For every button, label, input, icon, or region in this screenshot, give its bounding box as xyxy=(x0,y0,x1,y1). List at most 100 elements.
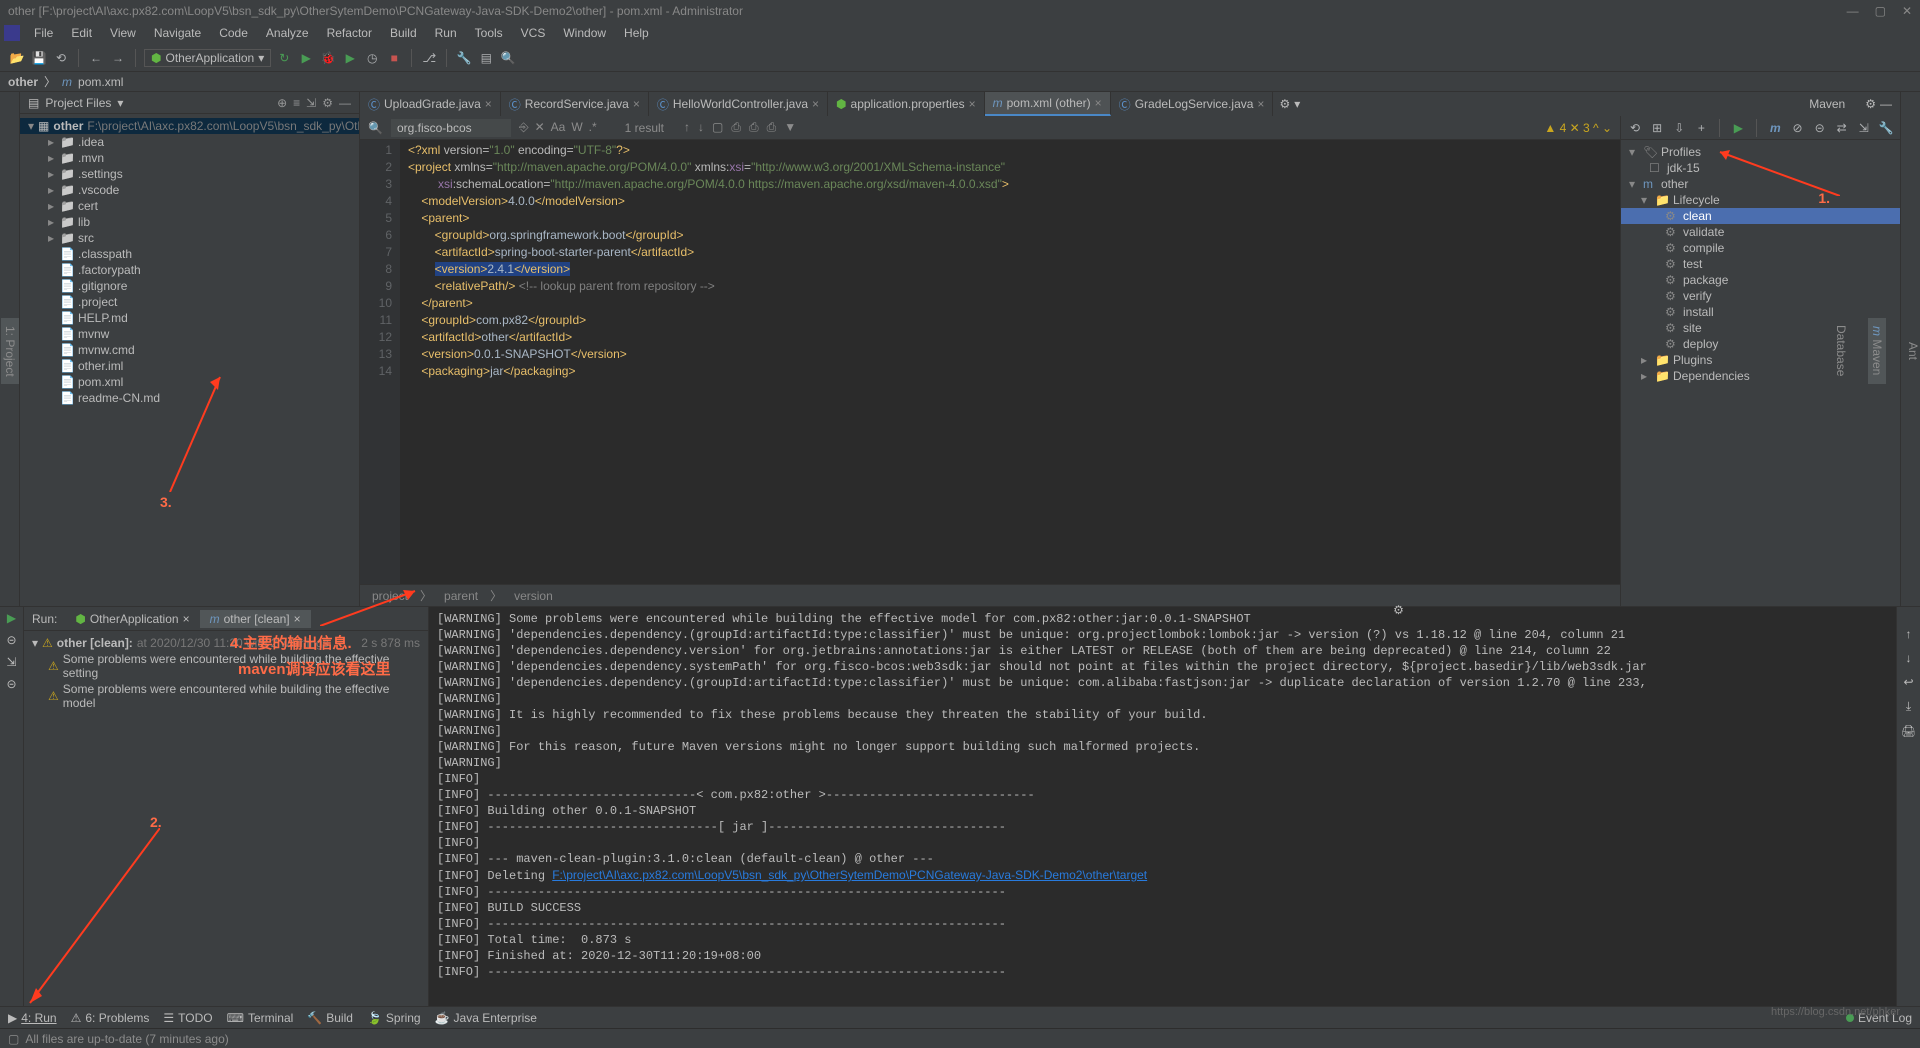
run-settings-icon[interactable]: ⇲ xyxy=(6,655,16,669)
run-warning-row[interactable]: ⚠Some problems were encountered while bu… xyxy=(32,681,420,711)
tree-item[interactable]: 📄readme-CN.md xyxy=(20,390,359,406)
run-tree-root[interactable]: ▾⚠ other [clean]: at 2020/12/30 11:20 wi… xyxy=(32,635,420,651)
bottom-tab[interactable]: 🔨Build xyxy=(307,1011,353,1025)
editor-tab[interactable]: ⒸHelloWorldController.java× xyxy=(649,92,828,116)
vcs-icon[interactable]: ⎇ xyxy=(420,49,438,67)
maven-goal-site[interactable]: site xyxy=(1621,320,1900,336)
menu-build[interactable]: Build xyxy=(382,24,425,42)
editor-tab[interactable]: ⒸGradeLogService.java× xyxy=(1111,92,1274,116)
tree-item[interactable]: 📄.classpath xyxy=(20,246,359,262)
maven-tool-label[interactable]: Maven xyxy=(1797,92,1857,116)
crumb-project[interactable]: project xyxy=(372,589,408,603)
menu-view[interactable]: View xyxy=(102,24,144,42)
find-prev-icon[interactable]: ↑ xyxy=(684,120,690,135)
tree-item[interactable]: ▸lib xyxy=(20,214,359,230)
project-tool-tab[interactable]: 1: Project xyxy=(1,318,19,385)
tree-item[interactable]: 📄mvnw xyxy=(20,326,359,342)
maximize-icon[interactable]: ▢ xyxy=(1875,4,1886,18)
close-window-icon[interactable]: ✕ xyxy=(1902,4,1912,18)
menu-navigate[interactable]: Navigate xyxy=(146,24,209,42)
tree-item[interactable]: ▸cert xyxy=(20,198,359,214)
chevron-down-icon[interactable]: ▾ xyxy=(1294,97,1300,111)
bottom-tab[interactable]: ⌨Terminal xyxy=(227,1011,294,1025)
maven-tree[interactable]: ▾🏷Profiles ☐jdk-15 ▾mother ▾📁Lifecycle c… xyxy=(1621,140,1900,606)
coverage-icon[interactable]: ▶ xyxy=(341,49,359,67)
close-icon[interactable]: × xyxy=(633,97,640,111)
editor-tab[interactable]: ⒸRecordService.java× xyxy=(501,92,649,116)
panel-settings-icon[interactable] xyxy=(322,96,333,110)
menu-analyze[interactable]: Analyze xyxy=(258,24,317,42)
menu-file[interactable]: File xyxy=(26,24,61,42)
menu-help[interactable]: Help xyxy=(616,24,657,42)
bottom-tab[interactable]: ⚠6: Problems xyxy=(71,1011,150,1025)
debug-icon[interactable]: 🐞 xyxy=(319,49,337,67)
hide-panel-icon[interactable]: — xyxy=(339,96,351,110)
console-wrap-icon[interactable]: ↩ xyxy=(1903,675,1913,689)
run-config-selector[interactable]: ⬢ OtherApplication ▾ xyxy=(144,49,271,67)
find-input[interactable] xyxy=(391,119,511,137)
maven-wrench-icon[interactable]: 🔧 xyxy=(1878,119,1894,137)
run-tab-clean[interactable]: mother [clean]× xyxy=(200,610,311,628)
tree-item[interactable]: 📄HELP.md xyxy=(20,310,359,326)
close-icon[interactable]: × xyxy=(1257,97,1264,111)
editor-tab[interactable]: ⒸUploadGrade.java× xyxy=(360,92,501,116)
run-tab-otherapp[interactable]: ⬢OtherApplication× xyxy=(65,610,199,628)
tree-item[interactable]: ▸src xyxy=(20,230,359,246)
maven-offline-icon[interactable]: ⊝ xyxy=(1812,119,1828,137)
tree-item[interactable]: 📄pom.xml xyxy=(20,374,359,390)
maven-goal-compile[interactable]: compile xyxy=(1621,240,1900,256)
close-icon[interactable]: × xyxy=(485,97,492,111)
editor-tab[interactable]: mpom.xml (other)× xyxy=(985,92,1111,116)
bottom-tab[interactable]: ☰TODO xyxy=(163,1011,212,1025)
gear-icon[interactable] xyxy=(1279,97,1290,111)
tree-item[interactable]: 📄.gitignore xyxy=(20,278,359,294)
ant-tool-tab[interactable]: Ant xyxy=(1906,342,1920,360)
rerun-icon[interactable]: ▶ xyxy=(7,611,16,625)
editor-tab[interactable]: ⬢application.properties× xyxy=(828,92,985,116)
open-icon[interactable]: 📂 xyxy=(8,49,26,67)
menu-refactor[interactable]: Refactor xyxy=(319,24,380,42)
console-scroll-icon[interactable]: ⤓ xyxy=(1906,699,1911,714)
find-options[interactable]: ⎆✕AaW.* xyxy=(519,120,597,135)
select-opened-icon[interactable]: ⊕ xyxy=(277,96,287,110)
sync-icon[interactable]: ⟲ xyxy=(52,49,70,67)
tree-item[interactable]: ▸.idea xyxy=(20,134,359,150)
console-settings-icon[interactable] xyxy=(1393,603,1404,617)
maven-collapse-icon[interactable]: ⇲ xyxy=(1856,119,1872,137)
maven-dependencies[interactable]: ▸📁Dependencies xyxy=(1621,368,1900,384)
tree-item[interactable]: 📄other.iml xyxy=(20,358,359,374)
maven-goal-install[interactable]: install xyxy=(1621,304,1900,320)
code-editor[interactable]: 1234567891011121314 <?xml version="1.0" … xyxy=(360,140,1620,584)
tree-item[interactable]: 📄mvnw.cmd xyxy=(20,342,359,358)
breadcrumb-file[interactable]: pom.xml xyxy=(78,75,123,89)
search-icon[interactable]: 🔍 xyxy=(499,49,517,67)
tree-item[interactable]: ▸.vscode xyxy=(20,182,359,198)
forward-icon[interactable]: → xyxy=(109,49,127,67)
breadcrumb-root[interactable]: other xyxy=(8,75,38,89)
save-icon[interactable]: 💾 xyxy=(30,49,48,67)
maven-reload-icon[interactable]: ⟲ xyxy=(1627,119,1643,137)
run-console[interactable]: [WARNING] Some problems were encountered… xyxy=(429,607,1920,1006)
run-warning-row[interactable]: ⚠Some problems were encountered while bu… xyxy=(32,651,420,681)
maven-tool-tab[interactable]: m Maven xyxy=(1868,318,1886,383)
find-search-icon[interactable]: 🔍 xyxy=(368,121,383,135)
wrench-icon[interactable]: 🔧 xyxy=(455,49,473,67)
console-up-icon[interactable]: ↑ xyxy=(1906,627,1912,641)
console-down-icon[interactable]: ↓ xyxy=(1906,651,1912,665)
find-filter-icon[interactable]: ▼ xyxy=(784,120,796,135)
stop-icon[interactable]: ■ xyxy=(385,49,403,67)
find-more2-icon[interactable]: ⎙ xyxy=(749,120,759,135)
profile-icon[interactable]: ◷ xyxy=(363,49,381,67)
maven-root-other[interactable]: ▾mother xyxy=(1621,176,1900,192)
close-icon[interactable]: × xyxy=(969,97,976,111)
maven-goal-package[interactable]: package xyxy=(1621,272,1900,288)
tree-item[interactable]: ▸.mvn xyxy=(20,150,359,166)
run-result-tree[interactable]: ▾⚠ other [clean]: at 2020/12/30 11:20 wi… xyxy=(24,631,428,1006)
run-pin-icon[interactable]: ⊝ xyxy=(6,677,16,691)
menu-tools[interactable]: Tools xyxy=(467,24,511,42)
menu-run[interactable]: Run xyxy=(427,24,465,42)
collapse-icon[interactable]: ⇲ xyxy=(306,96,316,110)
maven-download-icon[interactable]: ⇩ xyxy=(1671,119,1687,137)
menu-vcs[interactable]: VCS xyxy=(513,24,554,42)
tree-item[interactable]: 📄.factorypath xyxy=(20,262,359,278)
